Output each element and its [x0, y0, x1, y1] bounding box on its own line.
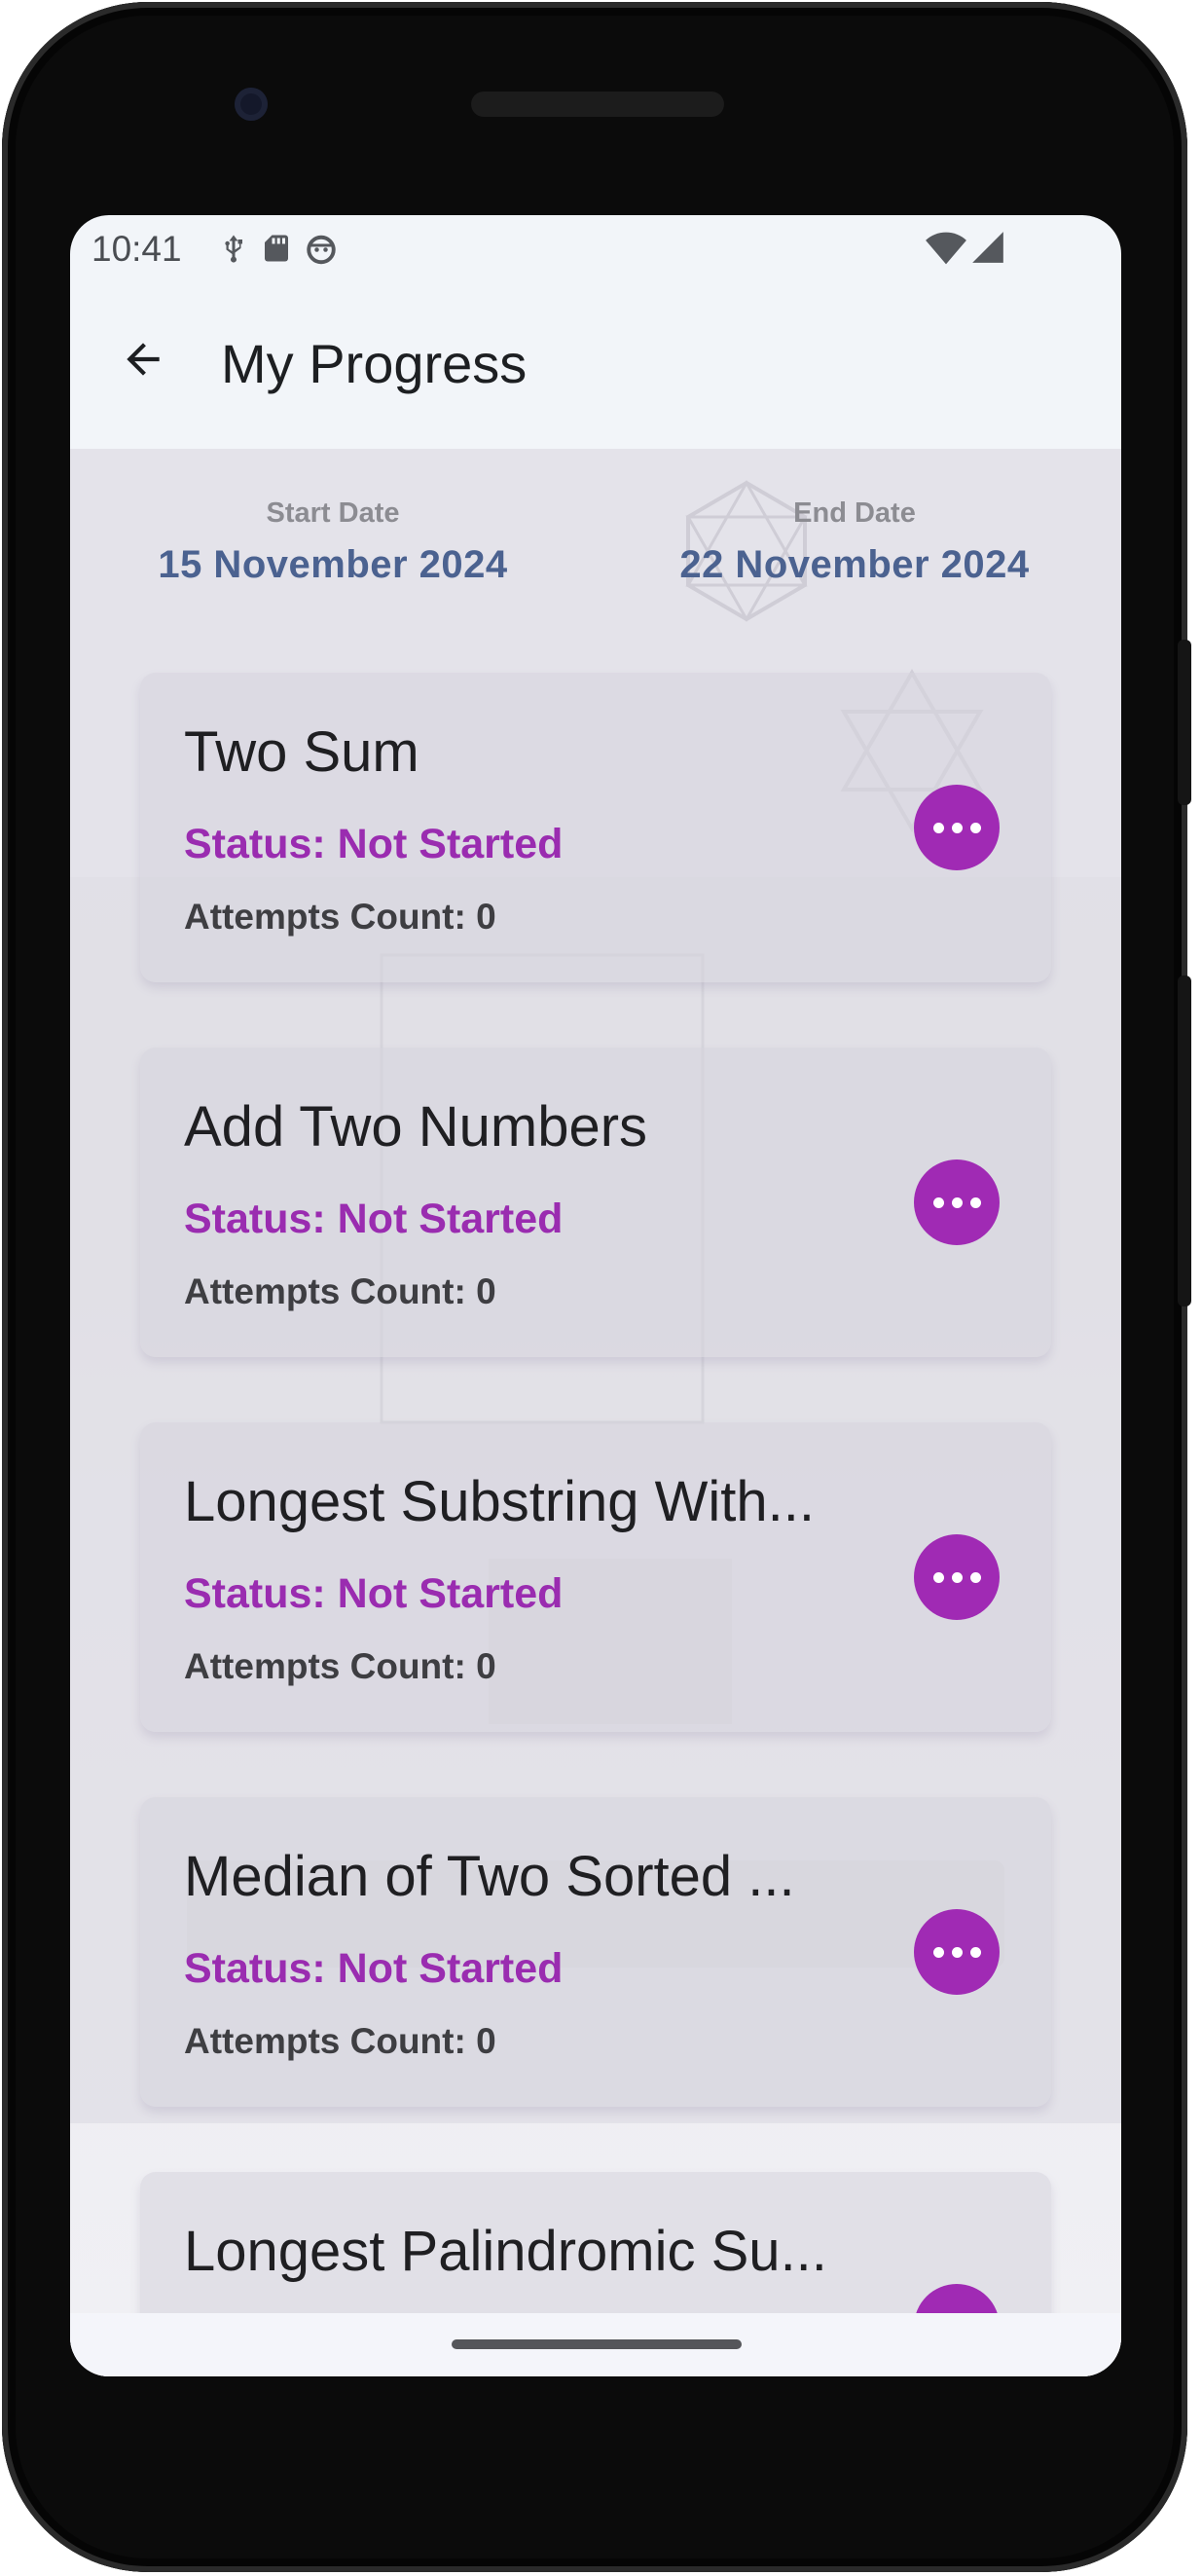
start-date[interactable]: Start Date 15 November 2024	[70, 497, 596, 587]
problem-status: Status: Not Started	[184, 1945, 564, 1992]
status-bar: 10:41	[70, 215, 1121, 283]
end-date-label: End Date	[793, 497, 916, 529]
problem-title: Longest Substring With...	[184, 1470, 815, 1533]
end-date[interactable]: End Date 22 November 2024	[592, 497, 1117, 587]
problem-attempts: Attempts Count: 0	[184, 1271, 496, 1311]
problem-attempts: Attempts Count: 0	[184, 2021, 496, 2061]
start-date-label: Start Date	[266, 497, 400, 529]
problem-attempts: Attempts Count: 0	[184, 897, 496, 937]
problem-status: Status: Not Started	[184, 821, 564, 867]
problem-status: Status: Not Started	[184, 1570, 564, 1617]
more-options-button[interactable]	[914, 1909, 1000, 1995]
status-time: 10:41	[91, 229, 182, 269]
home-gesture-handle[interactable]	[452, 2339, 742, 2349]
screen: 10:41 My Progress Start Date 15 November…	[70, 215, 1121, 2376]
problem-title: Add Two Numbers	[184, 1095, 648, 1159]
problem-title: Two Sum	[184, 720, 419, 784]
more-horiz-icon	[932, 822, 944, 833]
more-horiz-icon	[932, 1571, 944, 1583]
front-camera	[235, 88, 268, 121]
more-options-button[interactable]	[914, 1159, 1000, 1245]
android-icon	[307, 235, 336, 265]
volume-button	[1178, 975, 1191, 1306]
arrow-back-icon	[127, 343, 160, 376]
back-button[interactable]	[104, 320, 182, 398]
more-horiz-icon	[932, 1946, 944, 1958]
problem-status: Status: Not Started	[184, 1196, 564, 1242]
phone-frame: 10:41 My Progress Start Date 15 November…	[2, 2, 1191, 2572]
earpiece-speaker	[471, 92, 724, 117]
more-horiz-icon	[932, 1196, 944, 1208]
problem-title: Longest Palindromic Su...	[184, 2220, 827, 2283]
navigation-bar	[70, 2313, 1121, 2376]
more-options-button[interactable]	[914, 1534, 1000, 1620]
cell-signal-icon	[972, 232, 1003, 263]
power-button	[1178, 640, 1191, 805]
page-title: My Progress	[221, 333, 528, 394]
date-range: Start Date 15 November 2024 End Date 22 …	[70, 497, 1121, 605]
problem-card[interactable]: Median of Two Sorted ... Status: Not Sta…	[140, 1797, 1051, 2107]
problem-card[interactable]: Add Two Numbers Status: Not Started Atte…	[140, 1048, 1051, 1357]
sd-card-icon	[265, 235, 288, 262]
usb-debug-icon	[225, 235, 242, 263]
problem-card[interactable]: Longest Substring With... Status: Not St…	[140, 1422, 1051, 1732]
app-bar: My Progress	[70, 283, 1121, 449]
problem-card[interactable]: Two Sum Status: Not Started Attempts Cou…	[140, 673, 1051, 982]
start-date-value: 15 November 2024	[158, 543, 508, 586]
end-date-value: 22 November 2024	[679, 543, 1030, 586]
wifi-icon	[926, 232, 966, 265]
more-options-button[interactable]	[914, 785, 1000, 870]
problem-attempts: Attempts Count: 0	[184, 1646, 496, 1686]
problem-title: Median of Two Sorted ...	[184, 1845, 795, 1908]
